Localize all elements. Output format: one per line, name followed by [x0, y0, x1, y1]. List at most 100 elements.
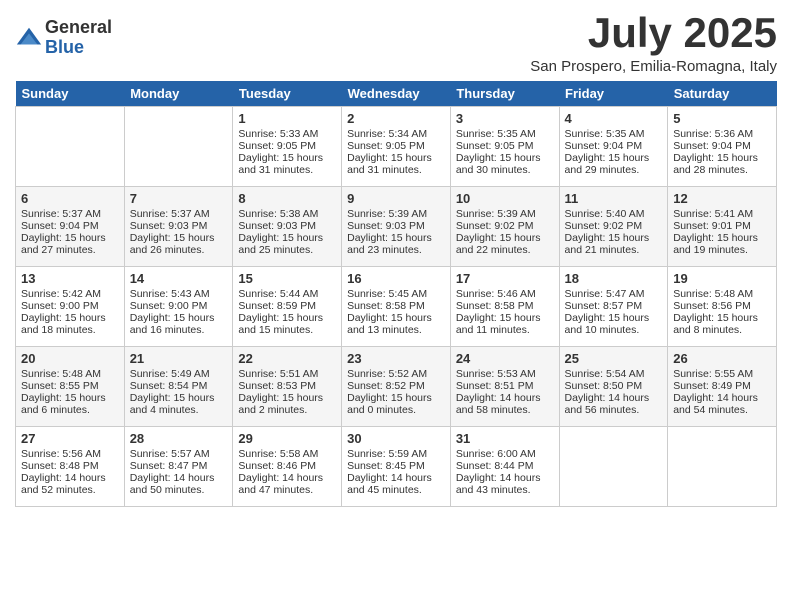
sunset-text: Sunset: 8:46 PM — [238, 460, 336, 472]
sunrise-text: Sunrise: 5:48 AM — [21, 368, 119, 380]
sunrise-text: Sunrise: 5:49 AM — [130, 368, 228, 380]
calendar-cell: 27Sunrise: 5:56 AMSunset: 8:48 PMDayligh… — [16, 427, 125, 507]
calendar-week-3: 13Sunrise: 5:42 AMSunset: 9:00 PMDayligh… — [16, 267, 777, 347]
daylight-text: Daylight: 15 hours and 25 minutes. — [238, 232, 336, 256]
sunset-text: Sunset: 8:56 PM — [673, 300, 771, 312]
sunrise-text: Sunrise: 5:43 AM — [130, 288, 228, 300]
calendar-cell: 31Sunrise: 6:00 AMSunset: 8:44 PMDayligh… — [450, 427, 559, 507]
sunset-text: Sunset: 9:04 PM — [673, 140, 771, 152]
calendar-cell — [124, 107, 233, 187]
calendar-cell: 24Sunrise: 5:53 AMSunset: 8:51 PMDayligh… — [450, 347, 559, 427]
sunrise-text: Sunrise: 5:48 AM — [673, 288, 771, 300]
date-number: 14 — [130, 271, 228, 286]
calendar-cell: 13Sunrise: 5:42 AMSunset: 9:00 PMDayligh… — [16, 267, 125, 347]
daylight-text: Daylight: 15 hours and 2 minutes. — [238, 392, 336, 416]
calendar-cell — [668, 427, 777, 507]
sunset-text: Sunset: 9:05 PM — [238, 140, 336, 152]
daylight-text: Daylight: 15 hours and 27 minutes. — [21, 232, 119, 256]
sunrise-text: Sunrise: 5:53 AM — [456, 368, 554, 380]
calendar-cell: 7Sunrise: 5:37 AMSunset: 9:03 PMDaylight… — [124, 187, 233, 267]
header-thursday: Thursday — [450, 81, 559, 107]
calendar-cell: 25 Sunrise: 5:54 AMSunset: 8:50 PMDayligh… — [559, 347, 668, 427]
daylight-text: Daylight: 15 hours and 22 minutes. — [456, 232, 554, 256]
header-row: Sunday Monday Tuesday Wednesday Thursday… — [16, 81, 777, 107]
sunset-text: Sunset: 8:50 PM — [565, 380, 663, 392]
date-number: 7 — [130, 191, 228, 206]
page-header: General Blue July 2025 San Prospero, Emi… — [15, 10, 777, 75]
sunset-text: Sunset: 9:04 PM — [21, 220, 119, 232]
sunrise-text: Sunrise: 5:41 AM — [673, 208, 771, 220]
date-number: 10 — [456, 191, 554, 206]
calendar-cell: 18Sunrise: 5:47 AMSunset: 8:57 PMDayligh… — [559, 267, 668, 347]
sunrise-text: Sunrise: 5:37 AM — [21, 208, 119, 220]
sunrise-text: Sunrise: 5:39 AM — [347, 208, 445, 220]
date-number: 4 — [565, 111, 663, 126]
date-number: 12 — [673, 191, 771, 206]
sunrise-text: Sunrise: 5:55 AM — [673, 368, 771, 380]
calendar-week-4: 20Sunrise: 5:48 AMSunset: 8:55 PMDayligh… — [16, 347, 777, 427]
date-number: 25 — [565, 351, 663, 366]
daylight-text: Daylight: 14 hours and 54 minutes. — [673, 392, 771, 416]
calendar-cell: 5Sunrise: 5:36 AMSunset: 9:04 PMDaylight… — [668, 107, 777, 187]
sunset-text: Sunset: 9:05 PM — [456, 140, 554, 152]
sunrise-text: Sunrise: 5:54 AM — [565, 368, 663, 380]
sunset-text: Sunset: 8:48 PM — [21, 460, 119, 472]
daylight-text: Daylight: 15 hours and 8 minutes. — [673, 312, 771, 336]
calendar-cell: 19Sunrise: 5:48 AMSunset: 8:56 PMDayligh… — [668, 267, 777, 347]
sunrise-text: Sunrise: 5:37 AM — [130, 208, 228, 220]
title-block: July 2025 San Prospero, Emilia-Romagna, … — [530, 10, 777, 75]
logo-blue: Blue — [45, 38, 112, 58]
sunset-text: Sunset: 8:44 PM — [456, 460, 554, 472]
sunset-text: Sunset: 8:52 PM — [347, 380, 445, 392]
calendar-cell: 17Sunrise: 5:46 AMSunset: 8:58 PMDayligh… — [450, 267, 559, 347]
calendar-cell: 28Sunrise: 5:57 AMSunset: 8:47 PMDayligh… — [124, 427, 233, 507]
date-number: 30 — [347, 431, 445, 446]
date-number: 26 — [673, 351, 771, 366]
sunrise-text: Sunrise: 5:33 AM — [238, 128, 336, 140]
sunrise-text: Sunrise: 5:42 AM — [21, 288, 119, 300]
logo: General Blue — [15, 18, 112, 58]
header-monday: Monday — [124, 81, 233, 107]
date-number: 21 — [130, 351, 228, 366]
date-number: 15 — [238, 271, 336, 286]
daylight-text: Daylight: 14 hours and 52 minutes. — [21, 472, 119, 496]
calendar-cell: 11Sunrise: 5:40 AMSunset: 9:02 PMDayligh… — [559, 187, 668, 267]
calendar-week-1: 1Sunrise: 5:33 AMSunset: 9:05 PMDaylight… — [16, 107, 777, 187]
header-friday: Friday — [559, 81, 668, 107]
sunset-text: Sunset: 9:05 PM — [347, 140, 445, 152]
daylight-text: Daylight: 15 hours and 4 minutes. — [130, 392, 228, 416]
date-number: 3 — [456, 111, 554, 126]
sunrise-text: Sunrise: 5:35 AM — [456, 128, 554, 140]
logo-icon — [15, 24, 43, 52]
sunset-text: Sunset: 8:51 PM — [456, 380, 554, 392]
sunrise-text: Sunrise: 5:56 AM — [21, 448, 119, 460]
date-number: 31 — [456, 431, 554, 446]
daylight-text: Daylight: 15 hours and 30 minutes. — [456, 152, 554, 176]
sunset-text: Sunset: 9:00 PM — [21, 300, 119, 312]
calendar-cell: 2Sunrise: 5:34 AMSunset: 9:05 PMDaylight… — [342, 107, 451, 187]
date-number: 1 — [238, 111, 336, 126]
daylight-text: Daylight: 15 hours and 28 minutes. — [673, 152, 771, 176]
sunrise-text: Sunrise: 5:51 AM — [238, 368, 336, 380]
daylight-text: Daylight: 15 hours and 0 minutes. — [347, 392, 445, 416]
calendar-cell — [16, 107, 125, 187]
date-number: 2 — [347, 111, 445, 126]
sunrise-text: Sunrise: 5:45 AM — [347, 288, 445, 300]
sunrise-text: Sunrise: 5:59 AM — [347, 448, 445, 460]
sunset-text: Sunset: 8:57 PM — [565, 300, 663, 312]
date-number: 11 — [565, 191, 663, 206]
sunset-text: Sunset: 8:59 PM — [238, 300, 336, 312]
sunrise-text: Sunrise: 5:47 AM — [565, 288, 663, 300]
sunrise-text: Sunrise: 6:00 AM — [456, 448, 554, 460]
sunrise-text: Sunrise: 5:36 AM — [673, 128, 771, 140]
sunset-text: Sunset: 8:55 PM — [21, 380, 119, 392]
calendar-cell: 4Sunrise: 5:35 AMSunset: 9:04 PMDaylight… — [559, 107, 668, 187]
calendar-cell: 16Sunrise: 5:45 AMSunset: 8:58 PMDayligh… — [342, 267, 451, 347]
header-sunday: Sunday — [16, 81, 125, 107]
sunrise-text: Sunrise: 5:52 AM — [347, 368, 445, 380]
calendar-week-5: 27Sunrise: 5:56 AMSunset: 8:48 PMDayligh… — [16, 427, 777, 507]
sunset-text: Sunset: 9:02 PM — [565, 220, 663, 232]
header-tuesday: Tuesday — [233, 81, 342, 107]
daylight-text: Daylight: 14 hours and 56 minutes. — [565, 392, 663, 416]
sunrise-text: Sunrise: 5:46 AM — [456, 288, 554, 300]
